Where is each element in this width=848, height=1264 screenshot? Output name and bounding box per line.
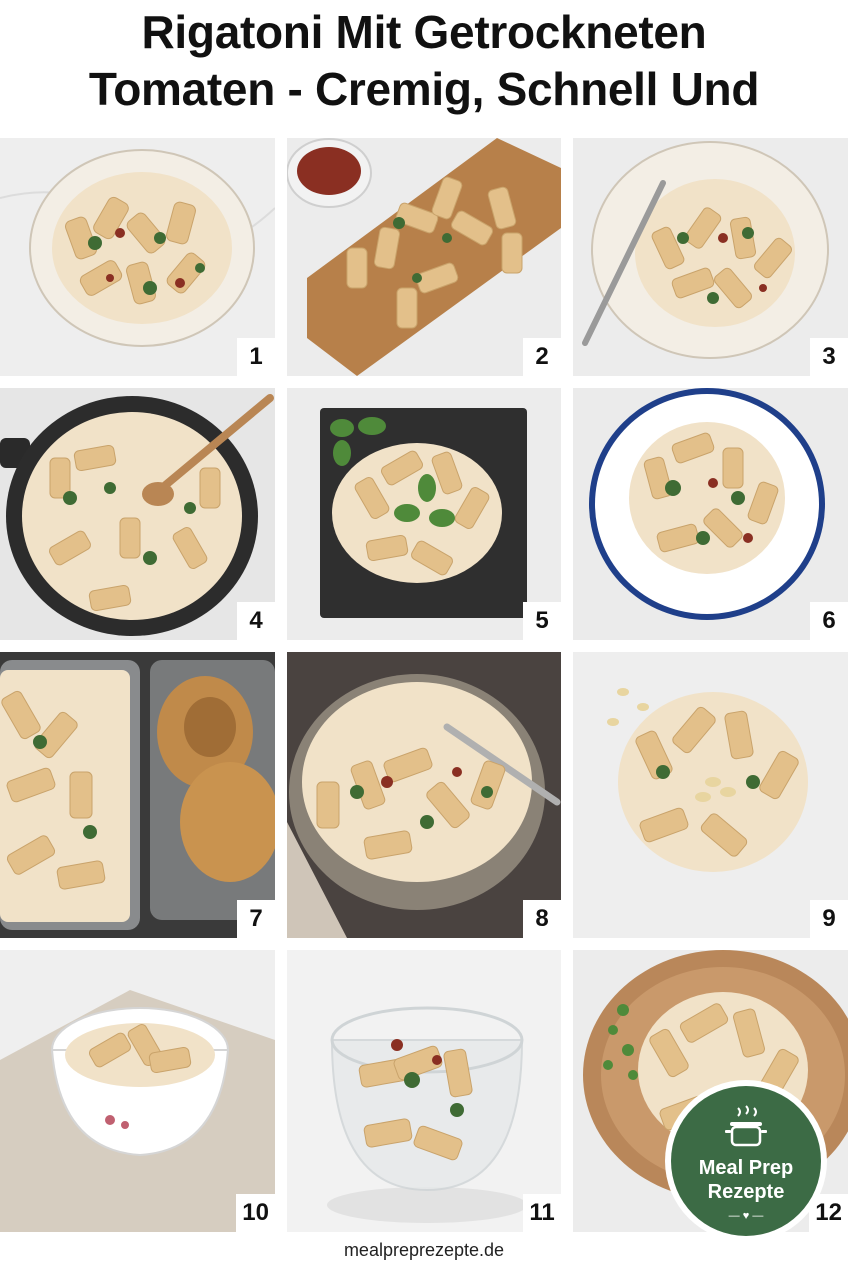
pasta-bowl-photo — [0, 138, 275, 376]
photo-tile-6: 6 — [573, 388, 848, 640]
brand-badge: Meal Prep Rezepte — ♥ — — [665, 1080, 827, 1242]
step-number-8: 8 — [523, 900, 561, 938]
step-number-7: 7 — [237, 900, 275, 938]
step-number-9: 9 — [810, 900, 848, 938]
pasta-glass-jar-photo — [287, 950, 561, 1232]
cooking-pot-icon — [725, 1105, 767, 1147]
photo-tile-7: 7 — [0, 652, 275, 938]
step-number-1: 1 — [237, 338, 275, 376]
photo-tile-10: 10 — [0, 950, 275, 1232]
website-url: mealpreprezepte.de — [343, 1240, 505, 1260]
step-number-10: 10 — [236, 1194, 275, 1232]
pasta-skillet-photo — [0, 388, 275, 640]
pasta-floral-bowl-photo — [0, 950, 275, 1232]
photo-tile-4: 4 — [0, 388, 275, 640]
step-number-4: 4 — [237, 602, 275, 640]
photo-tile-3: 3 — [573, 138, 848, 376]
title-line-2: Tomaten - Cremig, Schnell Und — [88, 63, 760, 115]
step-number-2: 2 — [523, 338, 561, 376]
step-number-5: 5 — [523, 602, 561, 640]
pasta-blue-rim-plate-photo — [573, 388, 848, 640]
pasta-slate-photo — [287, 388, 561, 640]
photo-tile-5: 5 — [287, 388, 561, 640]
brand-badge-circle: Meal Prep Rezepte — ♥ — — [671, 1086, 821, 1236]
pasta-ceramic-bowl-photo — [287, 652, 561, 938]
step-number-3: 3 — [810, 338, 848, 376]
photo-tile-1: 1 — [0, 138, 275, 376]
page-title: Rigatoni Mit Getrockneten Tomaten - Crem… — [0, 4, 848, 118]
photo-tile-11: 11 — [287, 950, 561, 1232]
meal-prep-containers-photo — [0, 652, 275, 938]
pasta-pine-nuts-photo — [573, 652, 848, 938]
brand-badge-text: Meal Prep Rezepte — [671, 1156, 821, 1204]
title-line-1: Rigatoni Mit Getrockneten — [141, 6, 707, 58]
pasta-plate-fork-photo — [573, 138, 848, 376]
step-number-11: 11 — [523, 1194, 561, 1232]
pasta-board-photo — [287, 138, 561, 376]
step-number-6: 6 — [810, 602, 848, 640]
photo-tile-8: 8 — [287, 652, 561, 938]
heart-icon: — ♥ — — [728, 1210, 764, 1222]
photo-tile-9: 9 — [573, 652, 848, 938]
photo-tile-2: 2 — [287, 138, 561, 376]
badge-line-2: Rezepte — [707, 1181, 785, 1203]
badge-line-1: Meal Prep — [698, 1157, 794, 1179]
